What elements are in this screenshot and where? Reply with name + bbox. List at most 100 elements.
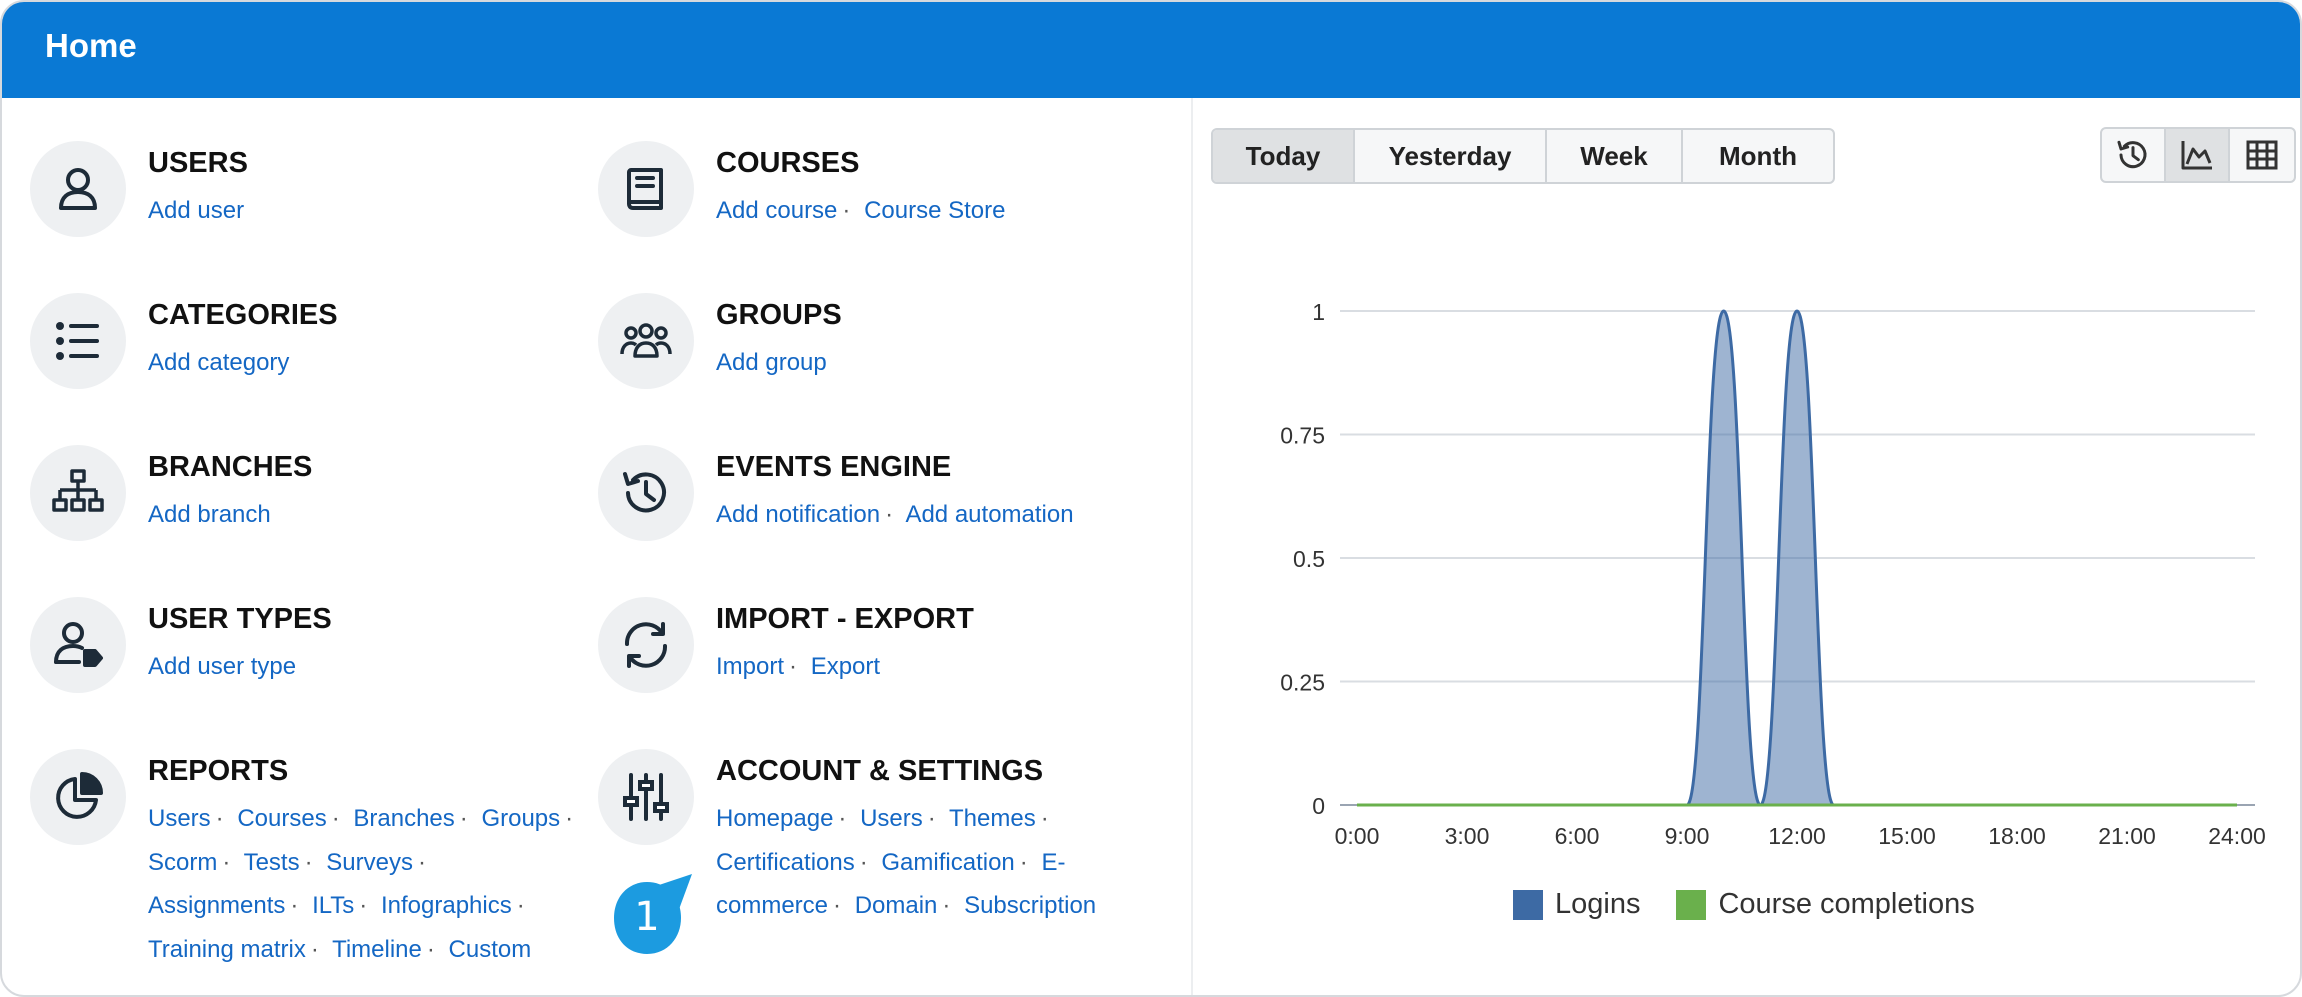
tile-title[interactable]: EVENTS ENGINE: [716, 449, 951, 485]
x-tick-label: 21:00: [2098, 823, 2156, 849]
link-separator: ·: [426, 935, 435, 963]
x-tick-label: 24:00: [2208, 823, 2266, 849]
link-separator: ·: [838, 805, 847, 832]
link-tests[interactable]: Tests: [244, 849, 300, 876]
tile-links: Add course · Course Store: [716, 189, 1156, 233]
link-separator: ·: [215, 805, 224, 832]
page-title: Home: [45, 27, 137, 64]
link-assignments[interactable]: Assignments: [148, 892, 285, 919]
link-themes[interactable]: Themes: [949, 805, 1036, 832]
link-branches[interactable]: Branches: [353, 805, 454, 832]
link-separator: ·: [927, 805, 936, 832]
link-separator: ·: [459, 805, 468, 832]
link-timeline[interactable]: Timeline: [332, 936, 422, 963]
link-infographics[interactable]: Infographics: [381, 892, 512, 919]
y-tick-label: 1: [1312, 299, 1325, 325]
tile-links: Import · Export: [716, 645, 1156, 689]
tile-title[interactable]: USER TYPES: [148, 601, 332, 637]
tile-links: Users · Courses · Branches · Groups · Scorm ·…: [148, 797, 588, 971]
tile-title[interactable]: IMPORT - EXPORT: [716, 601, 974, 637]
link-certifications[interactable]: Certifications: [716, 849, 855, 876]
link-export[interactable]: Export: [811, 653, 880, 680]
user-icon[interactable]: [30, 141, 126, 237]
tile-links: Add category: [148, 341, 588, 385]
header-bar: Home: [2, 2, 2300, 98]
tile-title[interactable]: REPORTS: [148, 753, 288, 789]
y-tick-label: 0.75: [1280, 423, 1325, 449]
sync-icon[interactable]: [598, 597, 694, 693]
activity-chart: 0 0.25 0.5 0.75 1 0:00 3:00 6:00 9:00 12:00 15:00 1…: [1280, 299, 2266, 849]
link-import[interactable]: Import: [716, 653, 784, 680]
x-tick-label: 3:00: [1445, 823, 1490, 849]
link-subscription[interactable]: Subscription: [964, 892, 1096, 919]
user-tag-icon[interactable]: [30, 597, 126, 693]
link-users[interactable]: Users: [148, 805, 211, 832]
link-separator: ·: [942, 892, 951, 919]
admin-shortcuts-panel: USERS Add user COURSES Add course · Course S…: [2, 98, 1192, 995]
tile-title[interactable]: CATEGORIES: [148, 297, 338, 333]
link-gamification[interactable]: Gamification: [881, 849, 1014, 876]
link-course-store[interactable]: Course Store: [864, 197, 1005, 224]
x-tick-label: 12:00: [1768, 823, 1826, 849]
link-courses[interactable]: Courses: [237, 805, 326, 832]
link-separator: ·: [1040, 805, 1049, 832]
link-add-group[interactable]: Add group: [716, 349, 827, 376]
group-icon[interactable]: [598, 293, 694, 389]
home-window: Home USERS Add user COURSES Add course · Cou…: [0, 0, 2302, 997]
tile-links: Add notification · Add automation: [716, 493, 1156, 537]
legend-swatch: [1676, 889, 1707, 920]
activity-chart-panel: Today Yesterday Week Month 0 0.25 0.5 0.75 1 0:0…: [1193, 98, 2300, 995]
link-groups[interactable]: Groups: [481, 805, 560, 832]
tile-title[interactable]: GROUPS: [716, 297, 842, 333]
link-scorm[interactable]: Scorm: [148, 849, 217, 876]
link-ilts[interactable]: ILTs: [312, 892, 354, 919]
tile-links: Add branch: [148, 493, 588, 537]
tile-title[interactable]: ACCOUNT & SETTINGS: [716, 753, 1043, 789]
book-icon[interactable]: [598, 141, 694, 237]
tile-title[interactable]: USERS: [148, 145, 248, 181]
link-add-notification[interactable]: Add notification: [716, 501, 880, 528]
link-separator: ·: [516, 892, 525, 919]
callout-badge: 1: [608, 872, 696, 964]
link-separator: ·: [359, 892, 368, 919]
link-add-category[interactable]: Add category: [148, 349, 289, 376]
link-add-branch[interactable]: Add branch: [148, 501, 271, 528]
link-separator: ·: [304, 848, 313, 876]
link-separator: ·: [842, 197, 851, 224]
pie-chart-icon[interactable]: [30, 749, 126, 845]
link-add-automation[interactable]: Add automation: [905, 501, 1073, 528]
link-add-course[interactable]: Add course: [716, 197, 837, 224]
legend-item[interactable]: Logins: [1513, 888, 1640, 921]
link-separator: ·: [222, 848, 231, 876]
x-tick-label: 6:00: [1555, 823, 1600, 849]
link-users[interactable]: Users: [860, 805, 923, 832]
x-tick-label: 9:00: [1665, 823, 1710, 849]
history-icon[interactable]: [598, 445, 694, 541]
link-separator: ·: [290, 892, 299, 919]
tile-links: Add group: [716, 341, 1156, 385]
callout-number: 1: [634, 894, 660, 940]
legend-label: Logins: [1555, 888, 1641, 920]
link-training-matrix[interactable]: Training matrix: [148, 936, 306, 963]
link-surveys[interactable]: Surveys: [326, 849, 413, 876]
sliders-icon[interactable]: [598, 749, 694, 845]
tile-title[interactable]: COURSES: [716, 145, 859, 181]
link-separator: ·: [565, 805, 574, 832]
sitemap-icon[interactable]: [30, 445, 126, 541]
link-separator: ·: [859, 848, 868, 876]
legend-item[interactable]: Course completions: [1676, 888, 1975, 921]
tile-title[interactable]: BRANCHES: [148, 449, 312, 485]
link-separator: ·: [417, 848, 426, 876]
link-homepage[interactable]: Homepage: [716, 805, 833, 832]
link-domain[interactable]: Domain: [855, 892, 938, 919]
link-separator: ·: [1019, 848, 1028, 876]
list-icon[interactable]: [30, 293, 126, 389]
link-separator: ·: [331, 805, 340, 832]
link-add-user-type[interactable]: Add user type: [148, 653, 296, 680]
link-custom[interactable]: Custom: [449, 936, 532, 963]
x-tick-label: 0:00: [1335, 823, 1380, 849]
link-separator: ·: [885, 501, 894, 528]
tile-links: Add user: [148, 189, 588, 233]
link-add-user[interactable]: Add user: [148, 197, 244, 224]
chart-legend: Logins Course completions: [1513, 888, 2011, 921]
